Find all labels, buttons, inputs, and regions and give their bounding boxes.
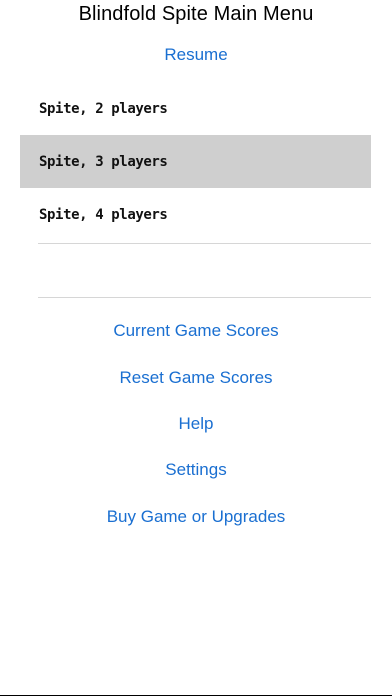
game-option-label: Spite, 2 players	[39, 100, 168, 117]
divider	[38, 243, 371, 244]
divider	[38, 297, 371, 298]
game-list: Spite, 2 players Spite, 3 players Spite,…	[0, 82, 392, 241]
settings-button[interactable]: Settings	[0, 460, 392, 480]
game-option-3-players[interactable]: Spite, 3 players	[20, 135, 371, 188]
resume-button[interactable]: Resume	[0, 45, 392, 65]
help-button[interactable]: Help	[0, 414, 392, 434]
game-option-label: Spite, 3 players	[39, 153, 168, 170]
main-menu-screen: Blindfold Spite Main Menu Resume Spite, …	[0, 0, 392, 696]
page-title: Blindfold Spite Main Menu	[78, 3, 314, 25]
reset-game-scores-button[interactable]: Reset Game Scores	[0, 368, 392, 388]
current-game-scores-button[interactable]: Current Game Scores	[0, 321, 392, 341]
buy-game-button[interactable]: Buy Game or Upgrades	[0, 507, 392, 527]
game-option-2-players[interactable]: Spite, 2 players	[0, 82, 392, 135]
game-option-label: Spite, 4 players	[39, 206, 168, 223]
game-option-4-players[interactable]: Spite, 4 players	[0, 188, 392, 241]
